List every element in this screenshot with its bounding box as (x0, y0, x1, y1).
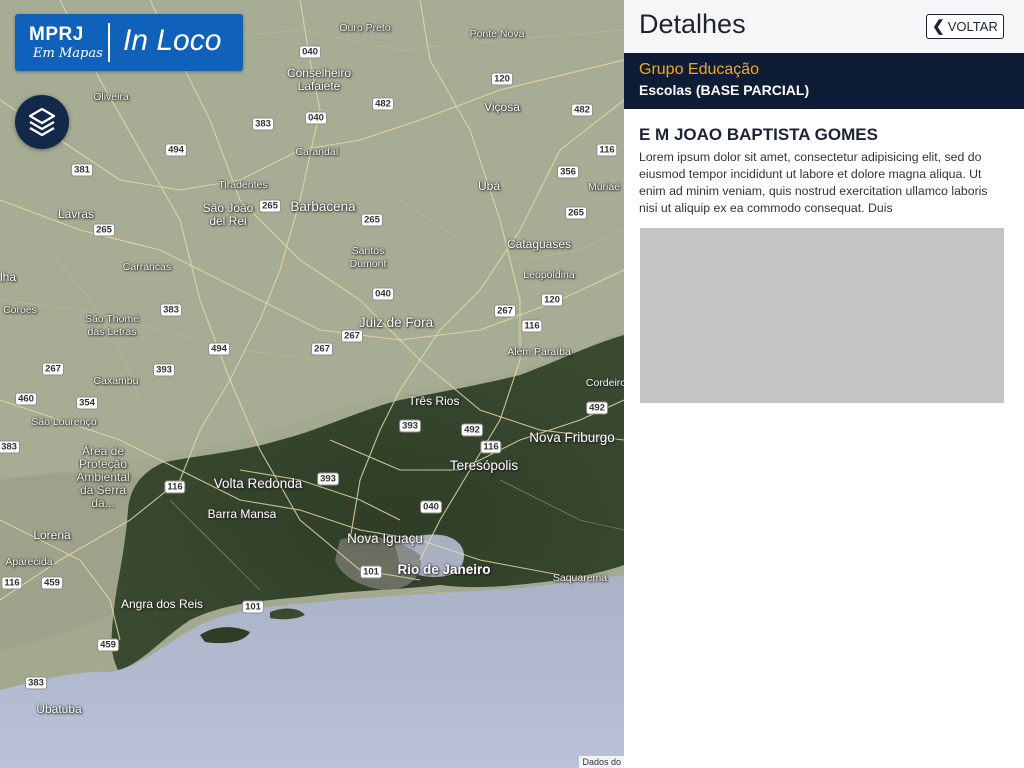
road-shield: 459 (97, 638, 119, 652)
road-shield: 482 (372, 97, 394, 111)
map-label: Tiradentes (218, 179, 268, 191)
map-label: Leopoldina (523, 269, 575, 281)
road-shield: 267 (341, 329, 363, 343)
map-label: Carrancas (122, 261, 172, 273)
panel-header: Detalhes ❮ VOLTAR (624, 0, 1024, 53)
road-shield: 040 (420, 500, 442, 514)
road-shield: 267 (42, 362, 64, 376)
road-shield: 383 (160, 303, 182, 317)
map-label: São Thomé das Letras (84, 313, 140, 338)
map-label: Nova Friburgo (529, 430, 615, 445)
item-image-placeholder (640, 228, 1004, 403)
road-shield: 482 (571, 103, 593, 117)
map-label: Barra Mansa (207, 507, 277, 521)
map-label: Cordeiro (585, 377, 624, 389)
road-shield: 116 (1, 576, 23, 590)
road-shield: 120 (541, 293, 563, 307)
layer-name: Escolas (BASE PARCIAL) (639, 82, 810, 98)
road-shield: 356 (557, 165, 579, 179)
map-label: Caxambu (93, 375, 139, 387)
item-description: Lorem ipsum dolor sit amet, consectetur … (639, 150, 988, 215)
road-shield: 101 (360, 565, 382, 579)
map-label: Conselheiro Lafaiete (286, 66, 352, 93)
back-button[interactable]: ❮ VOLTAR (926, 14, 1004, 39)
map-label: Ubatuba (36, 702, 82, 716)
map-label: São Lourenço (31, 416, 97, 428)
map-label: Muriaé (587, 181, 621, 193)
map-label: Coroes (3, 304, 37, 316)
road-shield: 492 (461, 423, 483, 437)
map-label: Ubá (477, 179, 501, 193)
road-shield: 267 (494, 304, 516, 318)
road-shield: 381 (71, 163, 93, 177)
road-shield: 265 (259, 199, 281, 213)
road-shield: 393 (399, 419, 421, 433)
map-label: Volta Redonda (213, 476, 303, 491)
road-shield: 116 (164, 480, 186, 494)
map-label: Lorena (33, 528, 71, 542)
panel-title: Detalhes (639, 9, 746, 39)
road-shield: 393 (317, 472, 339, 486)
map-label: Cataguases (506, 237, 572, 251)
map-label: Angra dos Reis (120, 597, 204, 611)
details-panel: Detalhes ❮ VOLTAR Grupo Educação Escolas… (624, 0, 1024, 768)
road-shield: 265 (565, 206, 587, 220)
map-label: Oliveira (93, 91, 129, 103)
road-shield: 120 (491, 72, 513, 86)
road-shield: 494 (208, 342, 230, 356)
map-label: Além Paraíba (507, 346, 571, 358)
road-shield: 494 (165, 143, 187, 157)
road-shield: 459 (41, 576, 63, 590)
map-label: lha (0, 270, 17, 284)
road-shield: 040 (372, 287, 394, 301)
item-title: E M JOAO BAPTISTA GOMES (639, 125, 878, 144)
road-shield: 354 (76, 396, 98, 410)
group-name: Grupo Educação (639, 61, 760, 78)
road-shield: 267 (311, 342, 333, 356)
road-shield: 460 (15, 392, 37, 406)
map-label: Juiz de Fora (358, 315, 434, 330)
group-bar: Grupo Educação Escolas (BASE PARCIAL) (624, 53, 1024, 109)
map-label: Teresópolis (449, 458, 519, 473)
map-label: Ponte Nova (469, 28, 525, 40)
road-shield: 383 (0, 440, 20, 454)
back-button-label: VOLTAR (947, 19, 998, 34)
mprj-logo: MPRJ Em Mapas In Loco (15, 14, 243, 71)
logo-brand: MPRJ (29, 24, 84, 45)
road-shield: 383 (25, 676, 47, 690)
map-label: Aparecida (5, 556, 53, 568)
logo-subtitle: Em Mapas (33, 46, 103, 61)
map-label: Viçosa (484, 100, 520, 114)
road-shield: 383 (252, 117, 274, 131)
map-label: Rio de Janeiro (397, 562, 491, 577)
map-label: Santos Dumont (349, 245, 387, 270)
chevron-left-icon: ❮ (932, 17, 945, 35)
map-label: Ouro Preto (339, 22, 391, 34)
road-shield: 101 (242, 600, 264, 614)
map-label: Carandaí (295, 146, 339, 158)
layers-button[interactable] (15, 95, 69, 149)
road-shield: 265 (361, 213, 383, 227)
map-label: Três Rios (408, 394, 460, 408)
road-shield: 040 (305, 111, 327, 125)
map-label: Barbacena (290, 199, 356, 214)
logo-divider (108, 23, 110, 62)
road-shield: 116 (521, 319, 543, 333)
road-shield: 116 (596, 143, 618, 157)
road-shield: 265 (93, 223, 115, 237)
road-shield: 040 (299, 45, 321, 59)
logo-app-name: In Loco (123, 24, 222, 57)
map-label: São João del Rei (202, 201, 254, 228)
map-label: Saquarema (552, 572, 608, 584)
map-attribution[interactable]: Dados do (579, 756, 624, 768)
road-shield: 116 (480, 440, 502, 454)
map-view[interactable]: Ouro Preto Ponte Nova Conselheiro Lafaie… (0, 0, 624, 768)
road-shield: 492 (586, 401, 608, 415)
road-shield: 393 (153, 363, 175, 377)
map-label: Nova Iguaçu (347, 531, 423, 546)
layers-icon (28, 107, 56, 137)
map-label: Área de Proteção Ambiental da Serra da..… (76, 444, 130, 510)
map-label: Lavras (57, 207, 95, 221)
